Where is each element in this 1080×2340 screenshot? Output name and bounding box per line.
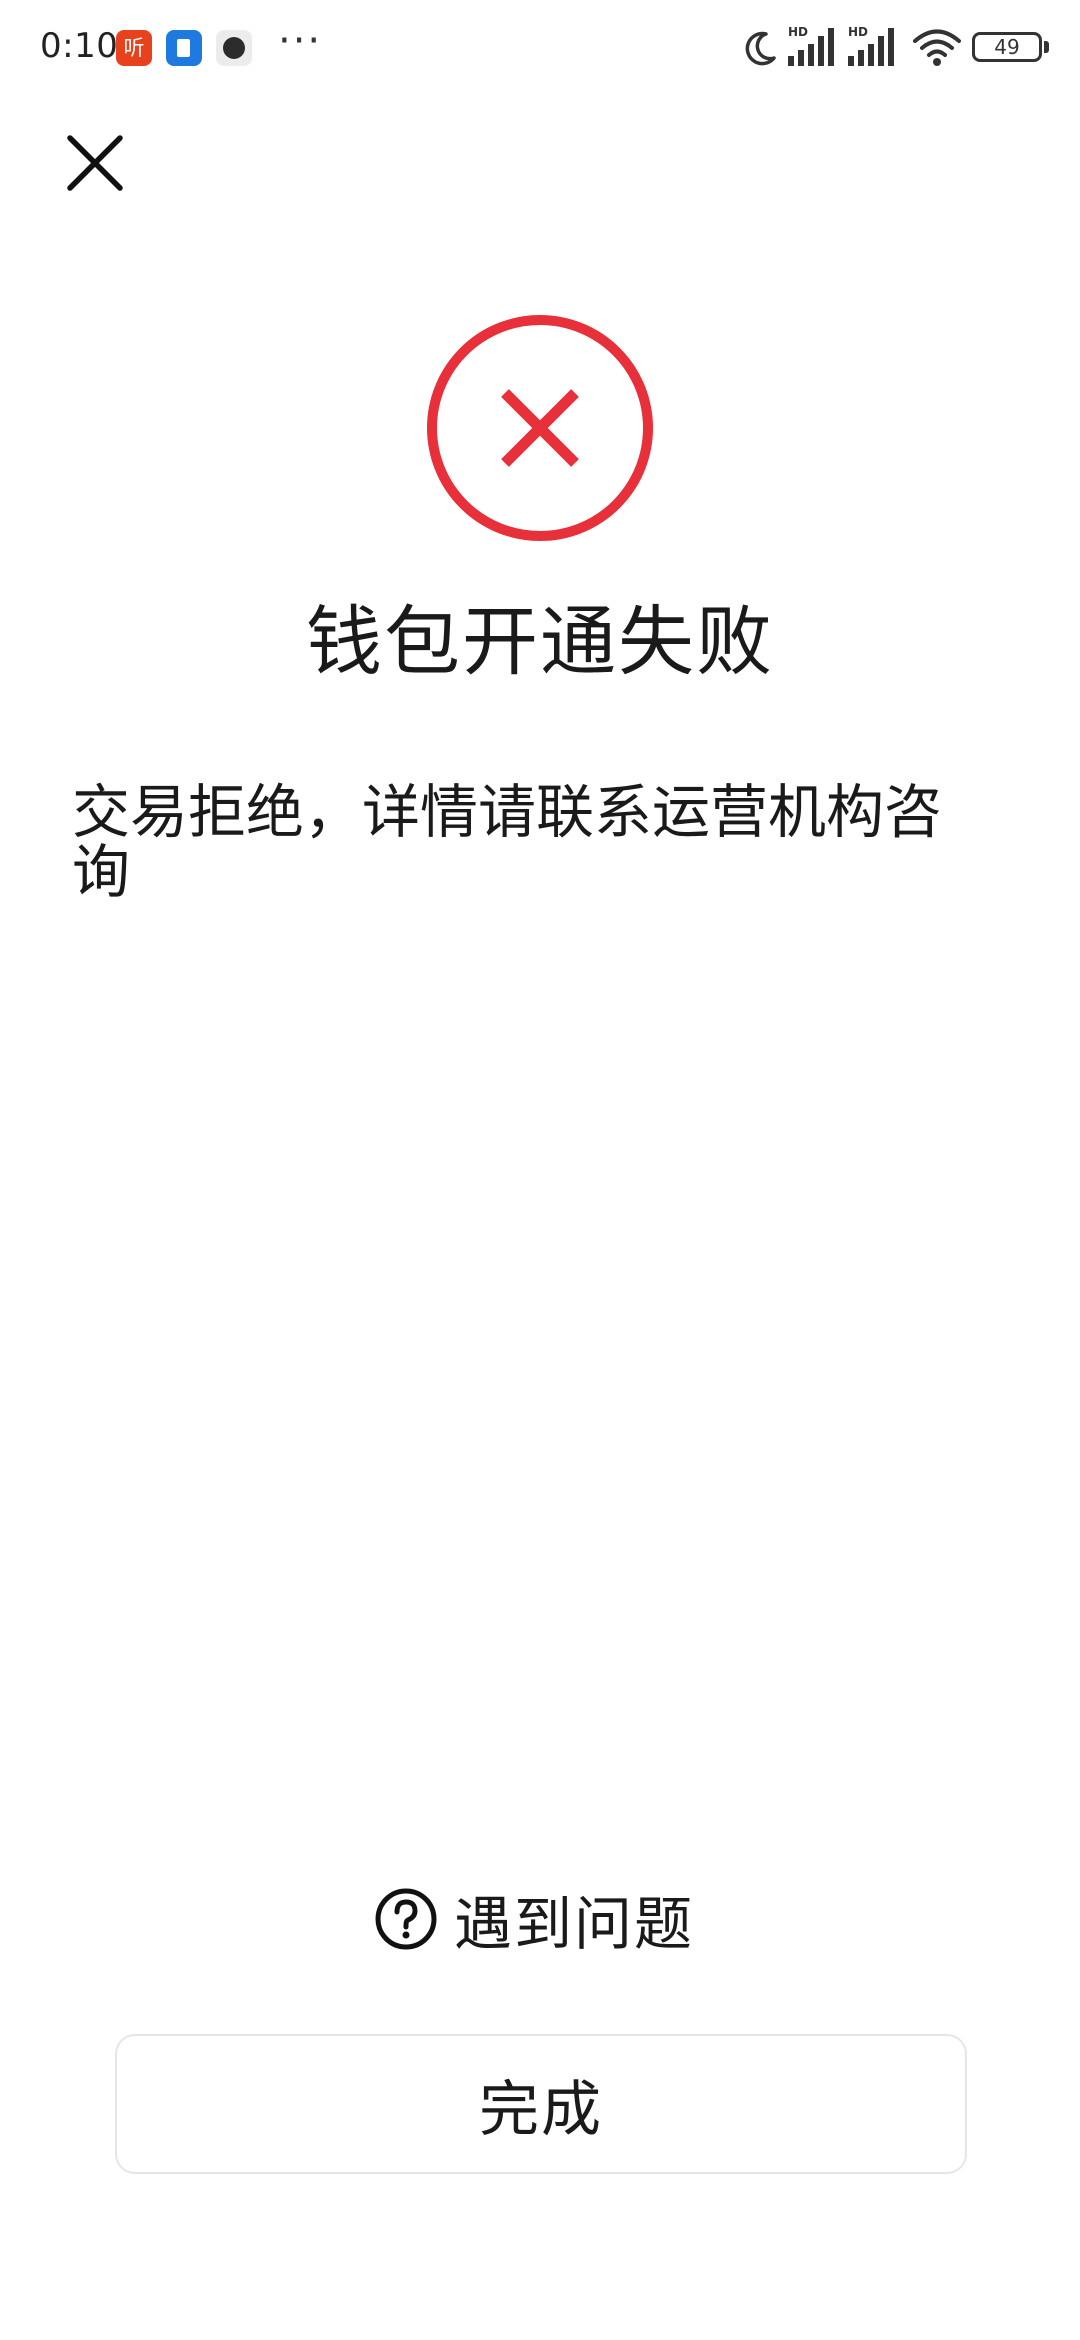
files-app-notification-icon bbox=[166, 30, 202, 66]
close-button[interactable] bbox=[60, 128, 130, 198]
signal-strength-1-icon: HD bbox=[788, 25, 834, 66]
help-link[interactable]: 遇到问题 bbox=[374, 1883, 694, 1958]
more-notifications-icon: ··· bbox=[278, 18, 323, 64]
hd-label-1: HD bbox=[788, 25, 808, 39]
battery-level: 49 bbox=[994, 35, 1020, 59]
result-title: 钱包开通失败 bbox=[306, 597, 774, 686]
ting-app-notification-icon: 听 bbox=[116, 30, 152, 66]
wallet-open-result-page: 0:10 听 ··· HD HD 49 钱包开通失败 交易拒绝，详情请联系运营机… bbox=[0, 0, 1080, 2340]
help-label: 遇到问题 bbox=[454, 1890, 695, 1958]
battery-tip bbox=[1044, 41, 1049, 53]
do-not-disturb-moon-icon bbox=[745, 31, 776, 66]
done-button-label: 完成 bbox=[479, 2074, 603, 2145]
status-indicators: HD HD 49 bbox=[740, 22, 1050, 72]
status-time: 0:10 bbox=[40, 26, 119, 66]
hd-label-2: HD bbox=[848, 25, 868, 39]
question-circle-icon bbox=[375, 1888, 437, 1950]
battery-indicator: 49 bbox=[972, 32, 1042, 62]
error-x-icon bbox=[427, 315, 653, 541]
wifi-icon bbox=[913, 29, 961, 66]
close-icon bbox=[67, 135, 123, 191]
signal-strength-2-icon: HD bbox=[848, 25, 894, 66]
camera-app-notification-icon bbox=[216, 30, 252, 66]
status-bar: 0:10 听 ··· HD HD 49 bbox=[0, 0, 1080, 96]
result-message: 交易拒绝，详情请联系运营机构咨询 bbox=[72, 778, 943, 906]
done-button[interactable]: 完成 bbox=[115, 2034, 967, 2174]
